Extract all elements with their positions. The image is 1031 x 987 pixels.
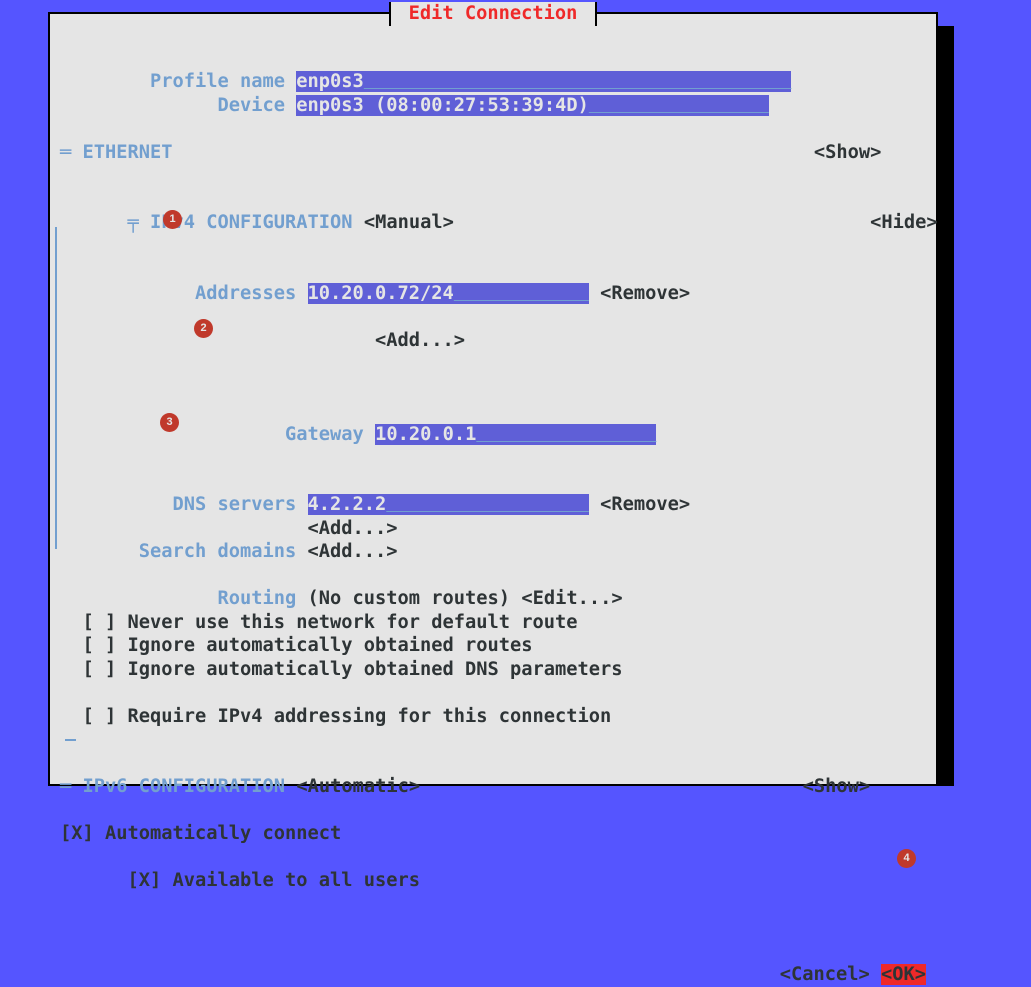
never-default-route-checkbox[interactable]: [ ] Never use this network for default r… bbox=[83, 612, 578, 633]
annotation-marker: 1 bbox=[163, 210, 182, 229]
ipv6-header: IPv6 CONFIGURATION bbox=[71, 776, 296, 797]
address-input[interactable]: 10.20.0.72/24 bbox=[308, 283, 589, 304]
search-domains-label: Search domains bbox=[60, 541, 308, 562]
auto-connect-checkbox[interactable]: [X] Automatically connect bbox=[60, 823, 341, 844]
ipv4-mode-select[interactable]: <Manual> bbox=[364, 212, 454, 233]
ethernet-show-button[interactable]: <Show> bbox=[814, 142, 882, 163]
ipv6-show-button[interactable]: <Show> bbox=[803, 776, 871, 797]
annotation-marker: 2 bbox=[194, 319, 213, 338]
address-add-button[interactable]: <Add...> bbox=[375, 330, 465, 351]
ok-button[interactable]: <OK> bbox=[881, 964, 926, 985]
cancel-button[interactable]: <Cancel> bbox=[780, 964, 870, 985]
edit-connection-dialog: Edit Connection Profile name enp0s3 Devi… bbox=[48, 12, 938, 786]
dns-label: DNS servers bbox=[60, 494, 308, 515]
profile-name-input[interactable]: enp0s3 bbox=[296, 71, 791, 92]
all-users-checkbox[interactable]: [X] Available to all users bbox=[128, 870, 421, 891]
annotation-marker: 4 bbox=[897, 849, 916, 868]
device-input[interactable]: enp0s3 (08:00:27:53:39:4D) bbox=[296, 95, 769, 116]
dialog-title: Edit Connection bbox=[389, 2, 596, 26]
ipv4-hide-button[interactable]: <Hide> bbox=[870, 212, 938, 233]
gateway-input[interactable]: 10.20.0.1 bbox=[375, 424, 656, 445]
dns-add-button[interactable]: <Add...> bbox=[308, 518, 398, 539]
address-remove-button[interactable]: <Remove> bbox=[600, 283, 690, 304]
ipv6-toggle-icon[interactable]: ═ bbox=[60, 776, 71, 797]
profile-name-label: Profile name bbox=[60, 71, 296, 92]
ipv6-mode-select[interactable]: <Automatic> bbox=[296, 776, 420, 797]
routing-label: Routing bbox=[60, 588, 308, 609]
search-domains-add-button[interactable]: <Add...> bbox=[308, 541, 398, 562]
routing-value: (No custom routes) bbox=[308, 588, 511, 609]
routing-edit-button[interactable]: <Edit...> bbox=[521, 588, 622, 609]
dns-input[interactable]: 4.2.2.2 bbox=[308, 494, 589, 515]
ignore-routes-checkbox[interactable]: [ ] Ignore automatically obtained routes bbox=[83, 635, 533, 656]
annotation-marker: 3 bbox=[160, 413, 179, 432]
ipv4-toggle-icon[interactable]: ╤ bbox=[128, 212, 139, 233]
ignore-dns-checkbox[interactable]: [ ] Ignore automatically obtained DNS pa… bbox=[83, 659, 623, 680]
addresses-label: Addresses bbox=[60, 283, 308, 304]
device-label: Device bbox=[60, 95, 296, 116]
dns-remove-button[interactable]: <Remove> bbox=[600, 494, 690, 515]
ethernet-toggle-icon[interactable]: ═ bbox=[60, 142, 71, 163]
ethernet-header: ETHERNET bbox=[71, 142, 814, 163]
require-ipv4-checkbox[interactable]: [ ] Require IPv4 addressing for this con… bbox=[83, 706, 612, 727]
